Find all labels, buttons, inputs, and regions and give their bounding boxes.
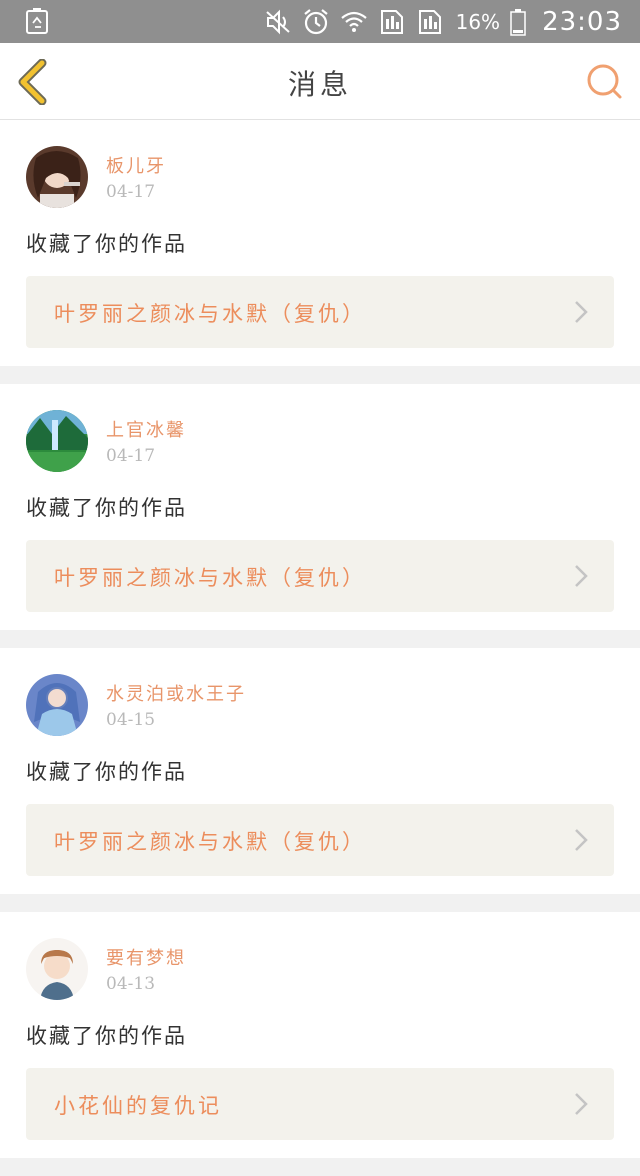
username[interactable]: 上官冰馨 <box>106 416 186 442</box>
sim-card-icon <box>418 9 441 34</box>
work-title: 叶罗丽之颜冰与水默（复仇） <box>54 830 366 854</box>
avatar[interactable] <box>26 938 88 1000</box>
app-header: 消息 <box>0 43 640 120</box>
message-date: 04-13 <box>106 974 156 994</box>
message-item: 上官冰馨 04-17 收藏了你的作品 叶罗丽之颜冰与水默（复仇） <box>0 384 640 630</box>
username[interactable]: 板儿牙 <box>106 152 166 178</box>
message-date: 04-15 <box>106 710 156 730</box>
username[interactable]: 要有梦想 <box>106 944 186 970</box>
status-bar: 16% 23:03 <box>0 0 640 43</box>
work-title: 叶罗丽之颜冰与水默（复仇） <box>54 302 366 326</box>
work-link[interactable]: 叶罗丽之颜冰与水默（复仇） <box>26 540 614 612</box>
page-title: 消息 <box>287 68 352 101</box>
chevron-right-icon <box>575 1093 588 1115</box>
action-text: 收藏了你的作品 <box>26 1024 187 1048</box>
clock-time: 23:03 <box>542 6 622 37</box>
avatar[interactable] <box>26 410 88 472</box>
search-icon[interactable] <box>584 61 626 103</box>
message-item: 要有梦想 04-13 收藏了你的作品 小花仙的复仇记 <box>0 912 640 1158</box>
mute-icon <box>265 9 290 34</box>
battery-icon <box>510 8 526 36</box>
chevron-right-icon <box>575 565 588 587</box>
message-item: 板儿牙 04-17 收藏了你的作品 叶罗丽之颜冰与水默（复仇） <box>0 120 640 366</box>
chevron-right-icon <box>575 301 588 323</box>
message-date: 04-17 <box>106 182 156 202</box>
work-link[interactable]: 叶罗丽之颜冰与水默（复仇） <box>26 276 614 348</box>
wifi-icon <box>340 11 367 32</box>
avatar[interactable] <box>26 674 88 736</box>
recycle-icon <box>26 8 48 34</box>
chevron-right-icon <box>575 829 588 851</box>
username[interactable]: 水灵泊或水王子 <box>106 680 246 706</box>
action-text: 收藏了你的作品 <box>26 496 187 520</box>
action-text: 收藏了你的作品 <box>26 760 187 784</box>
message-item: 水灵泊或水王子 04-15 收藏了你的作品 叶罗丽之颜冰与水默（复仇） <box>0 648 640 894</box>
sim-card-icon <box>380 9 403 34</box>
work-link[interactable]: 小花仙的复仇记 <box>26 1068 614 1140</box>
message-list: 板儿牙 04-17 收藏了你的作品 叶罗丽之颜冰与水默（复仇） 上官冰馨 04-… <box>0 120 640 1176</box>
alarm-clock-icon <box>303 8 328 34</box>
action-text: 收藏了你的作品 <box>26 232 187 256</box>
work-title: 叶罗丽之颜冰与水默（复仇） <box>54 566 366 590</box>
work-title: 小花仙的复仇记 <box>54 1094 222 1118</box>
avatar[interactable] <box>26 146 88 208</box>
message-date: 04-17 <box>106 446 156 466</box>
battery-percent: 16% <box>455 9 501 34</box>
work-link[interactable]: 叶罗丽之颜冰与水默（复仇） <box>26 804 614 876</box>
